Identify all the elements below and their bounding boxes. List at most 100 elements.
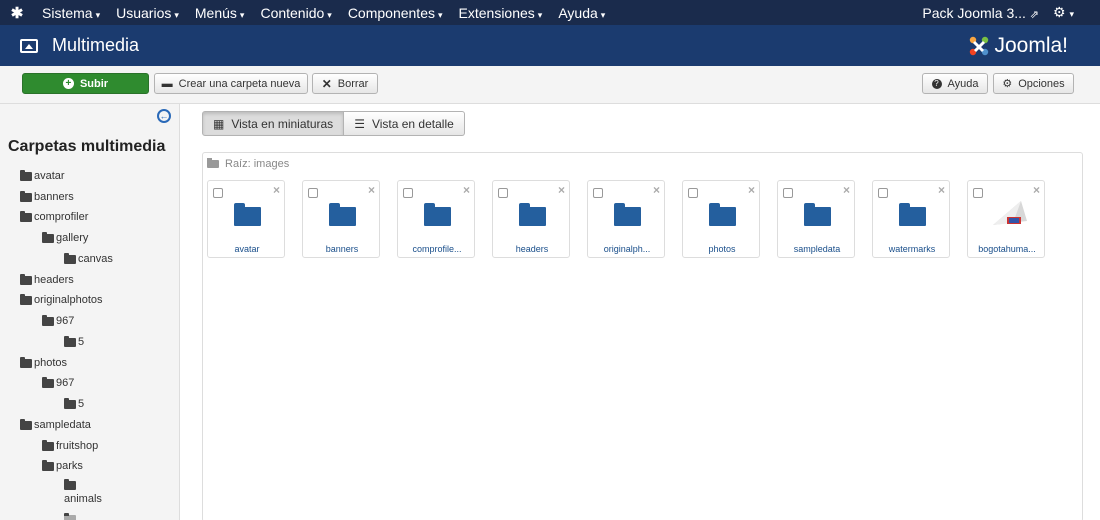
media-item-sampledata[interactable]: × sampledata: [777, 180, 855, 258]
folder-icon: [42, 439, 54, 451]
tree-label: 5: [78, 336, 85, 348]
settings-dropdown[interactable]: ⚙ ▾: [1053, 4, 1100, 21]
media-item-name: bogotahuma...: [978, 244, 1036, 254]
options-button[interactable]: ⚙ Opciones: [993, 73, 1074, 94]
delete-icon[interactable]: ×: [368, 183, 375, 197]
menu-usuarios[interactable]: Usuarios ▾: [108, 5, 187, 21]
select-checkbox[interactable]: [878, 188, 888, 198]
media-item-comprofiler[interactable]: × comprofile...: [397, 180, 475, 258]
folder-icon: [42, 459, 54, 471]
page-title: Multimedia: [52, 35, 140, 55]
media-item-name: headers: [515, 244, 549, 254]
help-button[interactable]: ? Ayuda: [922, 73, 988, 94]
tree-label: 967: [56, 315, 75, 327]
menu-contenido[interactable]: Contenido ▾: [252, 5, 339, 21]
media-item-image[interactable]: × bogotahuma...: [967, 180, 1045, 258]
tree-item-sampledata[interactable]: sampledata: [20, 418, 91, 431]
menu-componentes[interactable]: Componentes ▾: [340, 5, 451, 21]
delete-icon[interactable]: ×: [463, 183, 470, 197]
site-link[interactable]: Pack Joomla 3... ⇗: [922, 5, 1053, 21]
delete-label: Borrar: [337, 77, 369, 90]
folder-icon: [709, 203, 736, 226]
new-folder-button[interactable]: ▬ Crear una carpeta nueva: [154, 73, 308, 94]
select-checkbox[interactable]: [593, 188, 603, 198]
folder-icon: [20, 190, 32, 202]
caret-down-icon: ▾: [327, 9, 332, 20]
tree-item-avatar[interactable]: avatar: [20, 169, 65, 182]
media-item-banners[interactable]: × banners: [302, 180, 380, 258]
delete-icon[interactable]: ×: [938, 183, 945, 197]
grid-icon: ▦: [213, 116, 225, 131]
folder-icon: [64, 252, 76, 264]
tree-item-comprofiler[interactable]: comprofiler: [20, 210, 89, 223]
caret-down-icon: ▾: [537, 9, 543, 20]
delete-icon[interactable]: ×: [273, 183, 280, 197]
tree-label: 967: [56, 377, 75, 389]
tree-item-967[interactable]: 967: [42, 314, 75, 327]
delete-icon[interactable]: ×: [843, 183, 850, 197]
media-item-photos[interactable]: × photos: [682, 180, 760, 258]
media-item-originalphotos[interactable]: × originalph...: [587, 180, 665, 258]
media-item-watermarks[interactable]: × watermarks: [872, 180, 950, 258]
select-checkbox[interactable]: [213, 188, 223, 198]
tree-item-canvas[interactable]: canvas: [64, 252, 113, 265]
delete-icon[interactable]: ×: [558, 183, 565, 197]
tree-item-banners[interactable]: banners: [20, 190, 74, 203]
menu-label: Contenido: [260, 4, 325, 21]
caret-down-icon: ▾: [437, 9, 443, 20]
tree-item-gallery[interactable]: gallery: [42, 231, 89, 244]
tree-item-967[interactable]: 967: [42, 376, 75, 389]
tree-label: gallery: [56, 232, 89, 244]
tree-item-photos[interactable]: photos: [20, 356, 67, 369]
select-checkbox[interactable]: [308, 188, 318, 198]
select-checkbox[interactable]: [688, 188, 698, 198]
upload-label: Subir: [79, 77, 109, 90]
select-checkbox[interactable]: [783, 188, 793, 198]
tab-thumbnail-view[interactable]: ▦ Vista en miniaturas: [202, 111, 345, 136]
media-item-headers[interactable]: × headers: [492, 180, 570, 258]
caret-down-icon: ▾: [1069, 9, 1074, 19]
delete-icon[interactable]: ×: [748, 183, 755, 197]
new-folder-label: Crear una carpeta nueva: [178, 77, 301, 90]
tree-item-5[interactable]: 5: [64, 335, 85, 348]
gear-icon: ⚙: [1053, 4, 1066, 20]
tree-item-originalphotos[interactable]: originalphotos: [20, 293, 103, 306]
select-checkbox[interactable]: [973, 188, 983, 198]
select-checkbox[interactable]: [498, 188, 508, 198]
tree-item-headers[interactable]: headers: [20, 273, 74, 286]
folder-icon: [20, 418, 32, 430]
media-item-avatar[interactable]: × avatar: [207, 180, 285, 258]
folder-icon: [234, 203, 261, 226]
tree-label: fruitshop: [56, 440, 99, 452]
select-checkbox[interactable]: [403, 188, 413, 198]
menu-extensiones[interactable]: Extensiones ▾: [451, 5, 551, 21]
menu-label: Usuarios: [116, 4, 172, 21]
brand-text: Joomla!: [994, 33, 1068, 57]
tree-label: comprofiler: [34, 211, 89, 223]
folder-icon: [42, 376, 54, 388]
delete-button[interactable]: ✕ Borrar: [312, 73, 378, 94]
folder-icon: [20, 273, 32, 285]
collapse-sidebar-icon[interactable]: ←: [157, 109, 171, 123]
tree-item-parks[interactable]: parks: [42, 459, 83, 472]
upload-button[interactable]: + Subir: [22, 73, 149, 94]
folder-icon: [424, 203, 451, 226]
tree-item-5[interactable]: 5: [64, 397, 85, 410]
tab-detail-view[interactable]: ☰ Vista en detalle: [344, 111, 465, 136]
delete-icon[interactable]: ×: [1033, 183, 1040, 197]
tree-label: 5: [78, 398, 85, 410]
tree-item-fruitshop[interactable]: fruitshop: [42, 439, 99, 452]
tree-item-animals[interactable]: animals: [64, 479, 102, 505]
media-item-name: photos: [708, 244, 736, 254]
joomla-logo-icon: [970, 36, 989, 55]
media-item-name: banners: [325, 244, 359, 254]
menu-sistema[interactable]: Sistema ▾: [34, 5, 108, 21]
folder-icon: [20, 356, 32, 368]
delete-icon[interactable]: ×: [653, 183, 660, 197]
media-item-name: watermarks: [888, 244, 936, 254]
main-menu: Sistema ▾ Usuarios ▾ Menús ▾ Contenido ▾ Com…: [34, 5, 613, 21]
menu-menus[interactable]: Menús ▾: [187, 5, 253, 21]
menu-ayuda[interactable]: Ayuda ▾: [550, 5, 613, 21]
tree-label: animals: [64, 493, 102, 505]
joomla-menu-icon[interactable]: ✱: [0, 4, 34, 22]
